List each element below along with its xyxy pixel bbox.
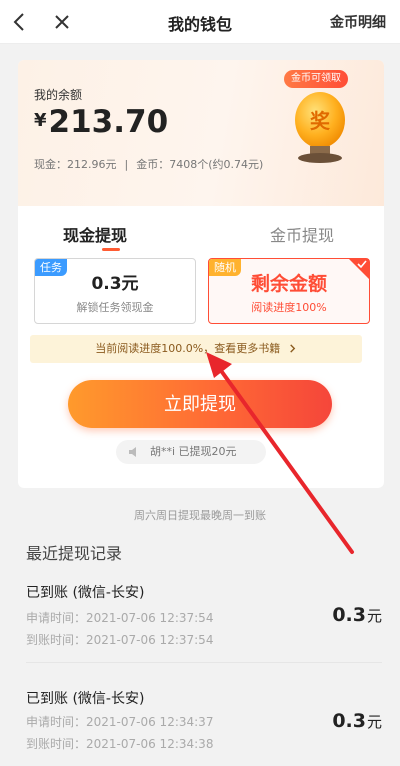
withdraw-now-button[interactable]: 立即提现: [68, 380, 332, 428]
balance-value: 213.70: [48, 104, 169, 140]
active-tab-indicator: [102, 248, 120, 251]
record-arrive-time: 到账时间：2021-07-06 12:34:38: [26, 737, 214, 751]
coin-detail-link[interactable]: 金币明细: [330, 12, 386, 32]
weekend-notice: 周六周日提现最晚周一到账: [134, 509, 266, 522]
list-item: 已到账 (微信-长安) 申请时间：2021-07-06 12:34:37 到账时…: [26, 688, 382, 766]
ticker-text: 胡**i 已提现20元: [150, 445, 237, 458]
record-apply-time: 申请时间：2021-07-06 12:37:54: [26, 611, 214, 625]
tab-coin-withdraw[interactable]: 金币提现: [270, 222, 334, 246]
balance-panel: 我的余额 ¥213.70 现金：212.96元 | 金币：7408个(约0.74元)…: [18, 60, 384, 206]
option-task-withdraw[interactable]: 任务 0.3元 解锁任务领现金: [34, 258, 196, 324]
reading-progress-banner[interactable]: 当前阅读进度100.0%，查看更多书籍: [30, 335, 362, 363]
coin-available-badge[interactable]: 金币可领取: [284, 70, 348, 88]
balance-label: 我的余额: [34, 88, 83, 102]
speaker-icon: [129, 447, 136, 457]
currency-symbol: ¥: [34, 110, 47, 131]
record-apply-time: 申请时间：2021-07-06 12:34:37: [26, 715, 214, 729]
random-amount: 剩余金额: [250, 273, 327, 295]
chevron-right-icon: [289, 344, 295, 353]
record-status: 已到账 (微信-长安): [26, 585, 145, 601]
progress-banner-text: 当前阅读进度100.0%，查看更多书籍: [95, 342, 281, 355]
record-amount: 0.3元: [332, 604, 382, 626]
checkmark-icon: [357, 260, 367, 269]
wallet-card: 我的余额 ¥213.70 现金：212.96元 | 金币：7408个(约0.74元)…: [18, 60, 384, 488]
task-amount: 0.3元: [91, 274, 139, 294]
balance-amount: ¥213.70: [34, 104, 168, 140]
records-title: 最近提现记录: [26, 544, 123, 563]
record-status: 已到账 (微信-长安): [26, 691, 145, 707]
record-arrive-time: 到账时间：2021-07-06 12:37:54: [26, 633, 214, 647]
record-divider: [26, 662, 382, 663]
cash-balance: 现金：212.96元: [34, 158, 117, 171]
tab-cash-withdraw[interactable]: 现金提现: [63, 222, 127, 246]
list-item: 已到账 (微信-长安) 申请时间：2021-07-06 12:37:54 到账时…: [26, 582, 382, 672]
coin-balance: 金币：7408个(约0.74元): [136, 158, 264, 171]
random-description: 阅读进度100%: [251, 301, 327, 314]
balance-breakdown: 现金：212.96元 | 金币：7408个(约0.74元): [34, 156, 263, 172]
task-description: 解锁任务领现金: [76, 301, 154, 314]
trophy-icon[interactable]: 奖: [288, 82, 352, 164]
withdraw-ticker: 胡**i 已提现20元: [116, 440, 266, 464]
trophy-char: 奖: [310, 109, 331, 133]
option-random-withdraw[interactable]: 随机 剩余金额 阅读进度100%: [208, 258, 370, 324]
top-nav-bar: 我的钱包 金币明细: [0, 0, 400, 44]
record-amount: 0.3元: [332, 710, 382, 732]
balance-separator: |: [124, 158, 129, 171]
